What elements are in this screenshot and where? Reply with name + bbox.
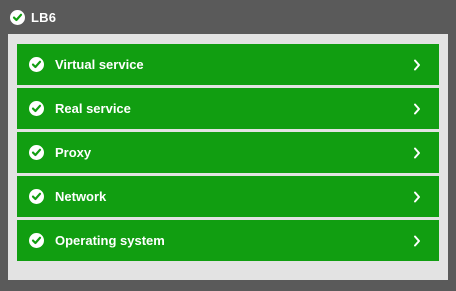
chevron-right-icon bbox=[407, 99, 427, 119]
chevron-right-icon bbox=[407, 143, 427, 163]
check-circle-icon bbox=[29, 145, 44, 160]
check-circle-icon bbox=[10, 9, 25, 25]
chevron-right-icon bbox=[407, 55, 427, 75]
page-header: LB6 bbox=[10, 8, 56, 26]
check-circle-icon bbox=[29, 57, 44, 72]
status-item-virtual-service[interactable]: Virtual service bbox=[17, 44, 439, 85]
chevron-right-icon bbox=[407, 187, 427, 207]
status-item-proxy[interactable]: Proxy bbox=[17, 132, 439, 173]
chevron-right-icon bbox=[407, 231, 427, 251]
check-circle-icon bbox=[29, 233, 44, 248]
status-item-operating-system[interactable]: Operating system bbox=[17, 220, 439, 261]
status-item-label: Real service bbox=[55, 101, 131, 116]
status-item-label: Virtual service bbox=[55, 57, 144, 72]
status-item-real-service[interactable]: Real service bbox=[17, 88, 439, 129]
check-circle-icon bbox=[29, 189, 44, 204]
status-panel: Virtual service Real service Proxy Netwo… bbox=[8, 34, 448, 280]
status-item-network[interactable]: Network bbox=[17, 176, 439, 217]
status-item-label: Network bbox=[55, 189, 107, 204]
status-item-label: Operating system bbox=[55, 233, 165, 248]
status-item-label: Proxy bbox=[55, 145, 92, 160]
page-title: LB6 bbox=[31, 9, 57, 25]
check-circle-icon bbox=[29, 101, 44, 116]
